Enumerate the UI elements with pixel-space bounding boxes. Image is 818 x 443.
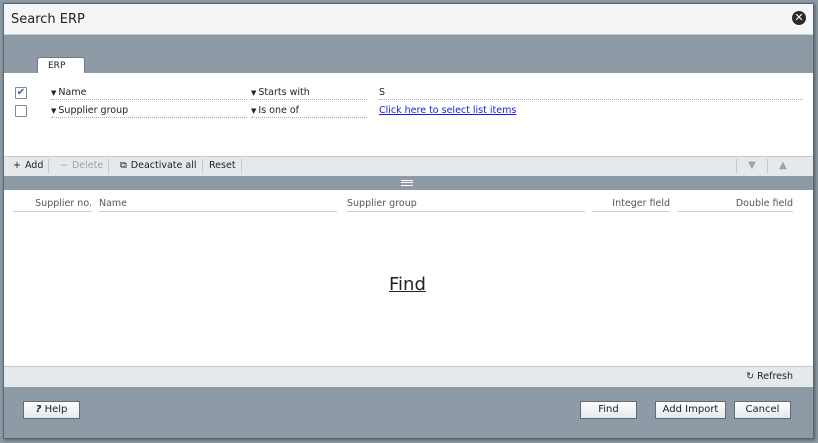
tab-strip: ERP (4, 35, 813, 74)
dialog-title: Search ERP (11, 12, 85, 27)
operator-dropdown[interactable]: ▼ Is one of (251, 104, 367, 118)
select-list-items-link[interactable]: Click here to select list items (379, 104, 516, 117)
dialog-footer: ? Help Find Add Import Cancel (4, 387, 813, 438)
caret-down-icon: ▼ (51, 89, 57, 97)
tab-erp[interactable]: ERP (37, 57, 85, 74)
refresh-icon: ↻ (746, 371, 755, 382)
column-header-supplier-group[interactable]: Supplier group (347, 197, 585, 212)
arrow-up-icon[interactable]: ▲ (767, 159, 798, 173)
grip-icon (401, 180, 413, 186)
column-header-supplier-no[interactable]: Supplier no. (13, 197, 92, 212)
operator-dropdown[interactable]: ▼ Starts with (251, 86, 367, 100)
refresh-button[interactable]: ↻ Refresh (746, 371, 793, 382)
status-bar: ↻ Refresh (4, 366, 813, 387)
find-link[interactable]: Find (389, 274, 426, 295)
deactivate-all-button[interactable]: ⧉ Deactivate all (115, 159, 203, 173)
criteria-panel: ✔ ▼ Name ▼ Starts with S ▼ Supplier group ▼… (4, 73, 813, 156)
caret-down-icon: ▼ (251, 107, 257, 115)
field-dropdown[interactable]: ▼ Name (51, 86, 247, 100)
reset-button[interactable]: Reset (204, 159, 242, 173)
find-button[interactable]: Find (580, 401, 637, 419)
caret-down-icon: ▼ (51, 107, 57, 115)
column-header-integer-field[interactable]: Integer field (592, 197, 670, 212)
help-button[interactable]: ? Help (23, 401, 80, 419)
results-grid: Supplier no. Name Supplier group Integer… (4, 190, 813, 366)
title-bar: Search ERP ✕ (4, 4, 813, 35)
criteria-row: ▼ Supplier group ▼ Is one of Click here to… (4, 103, 813, 119)
close-icon[interactable]: ✕ (792, 11, 806, 25)
copy-icon: ⧉ (120, 160, 127, 171)
criteria-toolbar: + Add − Delete ⧉ Deactivate all Reset ▼ ▲ (4, 156, 813, 177)
delete-button[interactable]: − Delete (55, 159, 110, 173)
value-field[interactable]: S (379, 86, 803, 100)
minus-icon: − (60, 160, 68, 171)
plus-icon: + (13, 160, 21, 171)
question-icon: ? (35, 404, 42, 415)
arrow-down-icon[interactable]: ▼ (736, 159, 767, 173)
criteria-checkbox[interactable]: ✔ (15, 87, 27, 99)
field-dropdown[interactable]: ▼ Supplier group (51, 104, 247, 118)
add-button[interactable]: + Add (8, 159, 50, 173)
search-erp-dialog: Search ERP ✕ ERP ✔ ▼ Name ▼ Starts with S … (3, 3, 814, 439)
cancel-button[interactable]: Cancel (734, 401, 791, 419)
column-header-name[interactable]: Name (99, 197, 337, 212)
add-import-button[interactable]: Add Import (655, 401, 726, 419)
caret-down-icon: ▼ (251, 89, 257, 97)
criteria-row: ✔ ▼ Name ▼ Starts with S (4, 85, 813, 101)
panel-splitter[interactable] (4, 176, 813, 190)
column-header-double-field[interactable]: Double field (678, 197, 793, 212)
criteria-checkbox[interactable] (15, 105, 27, 117)
